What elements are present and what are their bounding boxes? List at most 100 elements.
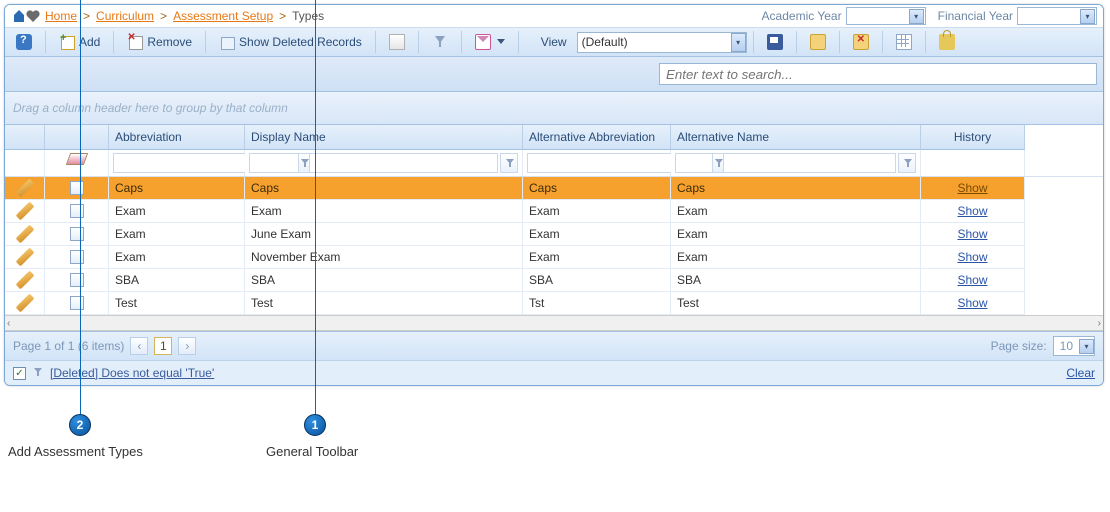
- general-toolbar: Add Remove Show Deleted Records View (De…: [5, 28, 1103, 57]
- filter-abbrev-btn[interactable]: [298, 153, 310, 173]
- cell-display-name: Caps: [245, 177, 523, 200]
- favorite-icon: [25, 8, 41, 24]
- open-folder-button[interactable]: [803, 30, 833, 54]
- row-checkbox[interactable]: [70, 273, 84, 287]
- financial-year-select[interactable]: ▾: [1017, 7, 1097, 25]
- table-row[interactable]: SBASBASBASBAShow: [5, 269, 1103, 292]
- header-display-name[interactable]: Display Name: [245, 125, 523, 150]
- cell-alt-name: SBA: [671, 269, 921, 292]
- lock-button[interactable]: [932, 30, 962, 54]
- header-alt-abbrev[interactable]: Alternative Abbreviation: [523, 125, 671, 150]
- pager-next[interactable]: ›: [178, 337, 196, 355]
- financial-year-label: Financial Year: [938, 9, 1013, 23]
- folder-delete-icon: [853, 34, 869, 50]
- mail-button[interactable]: [468, 30, 512, 54]
- help-icon: [16, 34, 32, 50]
- chevron-down-icon[interactable]: ▾: [909, 9, 924, 24]
- funnel-icon: [432, 34, 448, 50]
- help-button[interactable]: [9, 30, 39, 54]
- breadcrumb-curriculum[interactable]: Curriculum: [96, 9, 154, 23]
- filter-alt-name[interactable]: [675, 153, 896, 173]
- breadcrumb-assessment-setup[interactable]: Assessment Setup: [173, 9, 273, 23]
- save-button[interactable]: [760, 30, 790, 54]
- row-checkbox[interactable]: [70, 296, 84, 310]
- edit-icon[interactable]: [15, 225, 34, 244]
- pager: Page 1 of 1 (6 items) ‹ 1 › Page size: 1…: [5, 331, 1103, 360]
- cell-alt-name: Test: [671, 292, 921, 315]
- grid-icon: [896, 34, 912, 50]
- filter-summary-bar: ✓ [Deleted] Does not equal 'True' Clear: [5, 360, 1103, 385]
- cell-alt-name: Exam: [671, 246, 921, 269]
- callout-1: 1: [304, 414, 326, 436]
- breadcrumb-sep: >: [279, 9, 286, 23]
- row-checkbox[interactable]: [70, 250, 84, 264]
- history-show-link[interactable]: Show: [927, 296, 1018, 310]
- add-icon: [59, 34, 75, 50]
- folder-icon: [810, 34, 826, 50]
- cell-abbreviation: Caps: [109, 177, 245, 200]
- clear-filters-icon[interactable]: [65, 153, 87, 165]
- row-checkbox[interactable]: [70, 204, 84, 218]
- page-size-value: 10: [1054, 339, 1079, 353]
- table-row[interactable]: ExamNovember ExamExamExamShow: [5, 246, 1103, 269]
- cell-display-name: November Exam: [245, 246, 523, 269]
- view-select[interactable]: (Default) ▾: [577, 32, 747, 53]
- delete-saved-button[interactable]: [846, 30, 876, 54]
- breadcrumb-home[interactable]: Home: [45, 9, 77, 23]
- header-history[interactable]: History: [921, 125, 1025, 150]
- search-input[interactable]: [659, 63, 1097, 85]
- header-command: [5, 125, 45, 150]
- table-row[interactable]: ExamJune ExamExamExamShow: [5, 223, 1103, 246]
- chevron-down-icon[interactable]: ▾: [1080, 9, 1095, 24]
- history-show-link[interactable]: Show: [927, 250, 1018, 264]
- history-show-link[interactable]: Show: [927, 273, 1018, 287]
- filter-display-name[interactable]: [249, 153, 498, 173]
- edit-icon[interactable]: [15, 202, 34, 221]
- group-panel[interactable]: Drag a column header here to group by th…: [5, 92, 1103, 125]
- page-size-select[interactable]: 10 ▾: [1053, 336, 1095, 356]
- edit-icon[interactable]: [15, 271, 34, 290]
- data-grid: Abbreviation Display Name Alternative Ab…: [5, 125, 1103, 331]
- filter-expression[interactable]: [Deleted] Does not equal 'True': [50, 366, 214, 380]
- callout-2-label: Add Assessment Types: [8, 444, 143, 459]
- filter-enabled-checkbox[interactable]: ✓: [13, 367, 26, 380]
- edit-icon[interactable]: [15, 294, 34, 313]
- cards-button[interactable]: [382, 30, 412, 54]
- edit-icon[interactable]: [15, 179, 34, 198]
- table-row[interactable]: TestTestTstTestShow: [5, 292, 1103, 315]
- filter-clear-link[interactable]: Clear: [1066, 366, 1095, 380]
- history-show-link[interactable]: Show: [927, 204, 1018, 218]
- remove-button[interactable]: Remove: [120, 30, 199, 54]
- header-abbreviation[interactable]: Abbreviation: [109, 125, 245, 150]
- filter-display-btn[interactable]: [500, 153, 518, 173]
- callout-2: 2: [69, 414, 91, 436]
- show-deleted-button[interactable]: Show Deleted Records: [212, 30, 369, 54]
- filter-altname-btn[interactable]: [898, 153, 916, 173]
- row-checkbox[interactable]: [70, 227, 84, 241]
- header-alt-name[interactable]: Alternative Name: [671, 125, 921, 150]
- row-checkbox[interactable]: [70, 181, 84, 195]
- filter-button[interactable]: [425, 30, 455, 54]
- filter-altabbrev-btn[interactable]: [712, 153, 724, 173]
- history-show-link[interactable]: Show: [927, 227, 1018, 241]
- remove-label: Remove: [147, 35, 192, 49]
- cards-icon: [389, 34, 405, 50]
- chevron-down-icon[interactable]: ▾: [731, 33, 746, 52]
- funnel-icon: [299, 158, 309, 168]
- cell-alt-abbrev: Exam: [523, 246, 671, 269]
- breadcrumb-types: Types: [292, 9, 324, 23]
- breadcrumb-sep: >: [160, 9, 167, 23]
- table-row[interactable]: ExamExamExamExamShow: [5, 200, 1103, 223]
- edit-icon[interactable]: [15, 248, 34, 267]
- table-row[interactable]: CapsCapsCapsCapsShow: [5, 177, 1103, 200]
- save-icon: [767, 34, 783, 50]
- pager-prev[interactable]: ‹: [130, 337, 148, 355]
- breadcrumb-sep: >: [83, 9, 90, 23]
- pager-page-1[interactable]: 1: [154, 337, 172, 355]
- columns-button[interactable]: [889, 30, 919, 54]
- history-show-link[interactable]: Show: [927, 181, 1018, 195]
- chevron-down-icon[interactable]: ▾: [1079, 339, 1094, 354]
- academic-year-select[interactable]: ▾: [846, 7, 926, 25]
- grid-header-row: Abbreviation Display Name Alternative Ab…: [5, 125, 1103, 150]
- horizontal-scrollbar[interactable]: ‹›: [5, 315, 1103, 331]
